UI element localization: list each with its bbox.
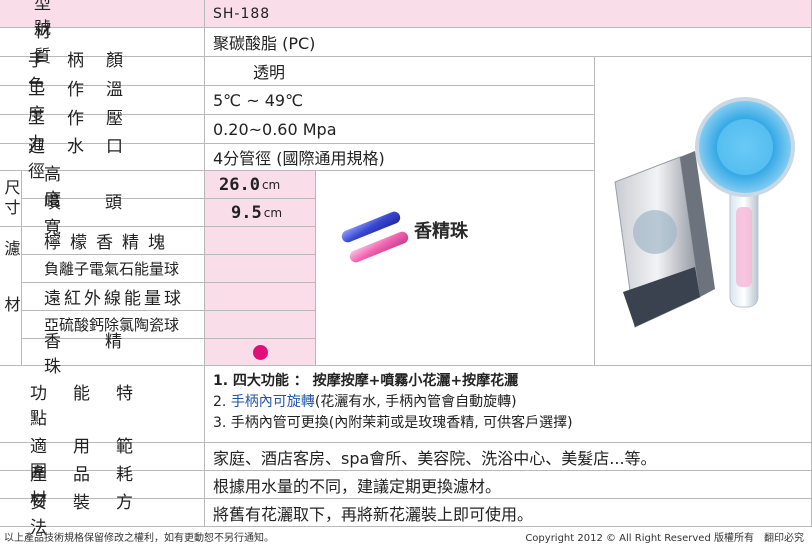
filter-value-calcium xyxy=(205,311,316,339)
work-temp-value: 5℃ ~ 49℃ xyxy=(205,86,595,115)
inlet-value: 4分管徑 (國際通用規格) xyxy=(205,144,595,171)
handle-color-value: 透明 xyxy=(205,57,595,86)
work-pressure-value: 0.20~0.60 Mpa xyxy=(205,115,595,144)
head-width-number: 9.5 xyxy=(231,202,262,223)
height-number: 26.0 xyxy=(219,174,260,195)
head-width-value: 9.5 cm xyxy=(205,199,316,227)
feature-line-2-highlight: 手柄內可旋轉 xyxy=(230,394,315,410)
feature-line-2-num: 2. xyxy=(213,394,231,410)
head-width-label: 噴頭寬 xyxy=(22,193,205,238)
filter-item-lemon: 檸檬香精塊 xyxy=(22,227,205,255)
bead-illustration-area: 香精珠 xyxy=(316,171,595,366)
filter-value-bead xyxy=(205,339,316,366)
footer-copyright: Copyright 2012 © All Right Reserved 版權所有… xyxy=(525,533,804,544)
feature-line-2-rest: (花灑有水, 手柄內管會自動旋轉) xyxy=(314,394,517,410)
size-group-label: 尺寸 xyxy=(0,171,22,227)
install-label: 安裝方法 xyxy=(0,493,205,538)
filter-value-lemon xyxy=(205,227,316,255)
filter-item-infrared: 遠紅外線能量球 xyxy=(22,283,205,311)
install-value: 將舊有花灑取下，再將新花灑裝上即可使用。 xyxy=(205,499,812,527)
head-width-unit: cm xyxy=(263,205,283,220)
filter-value-infrared xyxy=(205,283,316,311)
scent-bead-label: 香精珠 xyxy=(414,221,468,242)
filter-item-lemon-text: 檸檬香精塊 xyxy=(44,233,174,253)
scope-value: 家庭、酒店客房、spa會所、美容院、洗浴中心、美髮店...等。 xyxy=(205,443,812,471)
filter-item-bead: 香精珠 xyxy=(22,332,205,377)
filter-group-label: 濾材 xyxy=(0,227,22,366)
feature-line-3: 3. 手柄內管可更換(內附茉莉或是玫瑰香精, 可供客戶選擇) xyxy=(213,415,573,431)
shower-head-product-icon xyxy=(614,97,795,328)
bead-dot-icon xyxy=(252,344,268,360)
features-label-text: 功能特點 xyxy=(30,384,159,429)
feature-line-1: 1. 四大功能 ： 按摩按摩+噴霧小花灑+按摩花灑 xyxy=(213,373,519,389)
feature-line-2: 2. 手柄內可旋轉(花灑有水, 手柄內管會自動旋轉) xyxy=(213,392,811,413)
model-value: SH-188 xyxy=(205,0,812,28)
features-value: 1. 四大功能 ： 按摩按摩+噴霧小花灑+按摩花灑 2. 手柄內可旋轉(花灑有水… xyxy=(205,366,812,443)
spec-table: 型號 SH-188 材質 聚碳酸脂 (PC) 手柄顏色 透明 工作溫度 5℃ ~… xyxy=(0,0,812,538)
material-value: 聚碳酸脂 (PC) xyxy=(205,28,812,57)
filter-value-tourmaline xyxy=(205,255,316,283)
height-unit: cm xyxy=(261,177,281,192)
filter-item-infrared-text: 遠紅外線能量球 xyxy=(44,289,184,309)
product-photo xyxy=(595,57,812,366)
filter-item-tourmaline: 負離子電氣石能量球 xyxy=(22,255,205,283)
height-value: 26.0 cm xyxy=(205,171,316,199)
footer-note: 以上產品技術規格保留修改之權利，如有更動恕不另行通知。 xyxy=(4,533,274,544)
consumables-value: 根據用水量的不同，建議定期更換濾材。 xyxy=(205,471,812,499)
